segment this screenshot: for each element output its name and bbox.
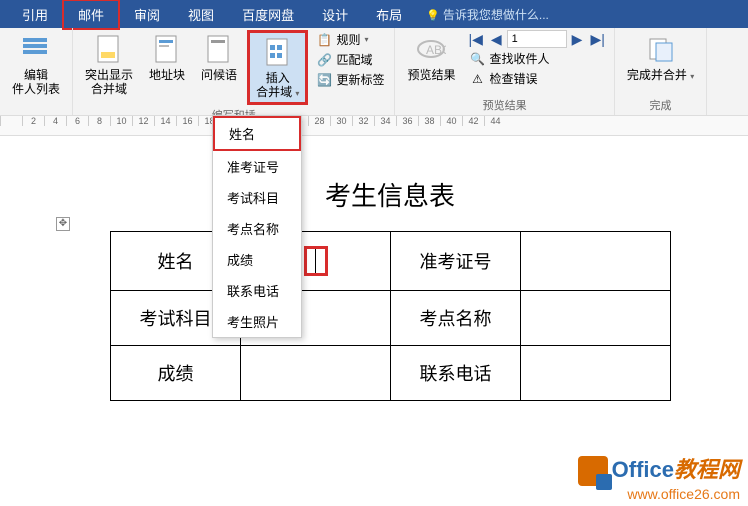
highlight-icon <box>92 32 126 66</box>
tell-me-input[interactable]: 告诉我您想做什么... <box>426 6 549 23</box>
match-fields-button[interactable]: 🔗匹配域 <box>312 50 388 69</box>
table-row[interactable]: 考试科目 考点名称 <box>111 291 671 346</box>
greeting-icon <box>202 32 236 66</box>
cell-location-value[interactable] <box>521 291 671 346</box>
document-title[interactable]: 考生信息表 <box>110 176 670 213</box>
record-number-input[interactable] <box>507 30 567 48</box>
menu-item-score[interactable]: 成绩 <box>213 244 301 275</box>
menu-item-photo[interactable]: 考生照片 <box>213 306 301 337</box>
highlight-merge-button[interactable]: 突出显示合并域 <box>79 30 139 99</box>
tab-mail[interactable]: 邮件 <box>62 0 120 30</box>
tab-references[interactable]: 引用 <box>8 1 62 28</box>
address-block-button[interactable]: 地址块 <box>143 30 191 84</box>
chevron-down-icon: ▾ <box>364 35 368 44</box>
menu-item-subject[interactable]: 考试科目 <box>213 182 301 213</box>
insert-field-icon <box>261 35 295 69</box>
edit-recipients-label: 编辑件人列表 <box>12 68 60 97</box>
svg-text:ABC: ABC <box>426 43 446 57</box>
cell-score-label[interactable]: 成绩 <box>111 346 241 401</box>
next-record-button[interactable]: ▶ <box>569 31 586 48</box>
cell-phone-value[interactable] <box>521 346 671 401</box>
tab-baidu[interactable]: 百度网盘 <box>228 1 308 28</box>
check-icon: ⚠ <box>469 71 485 87</box>
prev-record-button[interactable]: ◀ <box>488 31 505 48</box>
search-icon: 🔍 <box>469 51 485 67</box>
cell-examid-value[interactable] <box>521 232 671 291</box>
horizontal-ruler[interactable]: 2468101214161820222426283032343638404244 <box>0 116 748 136</box>
tab-view[interactable]: 视图 <box>174 1 228 28</box>
find-recipient-button[interactable]: 🔍查找收件人 <box>465 49 607 68</box>
ribbon-tabs: 引用 邮件 审阅 视图 百度网盘 设计 布局 告诉我您想做什么... <box>0 0 748 28</box>
group-finish: 完成 <box>650 95 672 115</box>
finish-label: 完成并合并 <box>627 68 687 82</box>
menu-item-exam-id[interactable]: 准考证号 <box>213 151 301 182</box>
address-label: 地址块 <box>149 68 185 82</box>
merge-field-dropdown: 姓名 准考证号 考试科目 考点名称 成绩 联系电话 考生照片 <box>212 115 302 338</box>
logo-icon <box>578 456 608 486</box>
list-icon <box>19 32 53 66</box>
greeting-button[interactable]: 问候语 <box>195 30 243 84</box>
menu-item-phone[interactable]: 联系电话 <box>213 275 301 306</box>
last-record-button[interactable]: ▶| <box>587 31 607 48</box>
first-record-button[interactable]: |◀ <box>465 31 485 48</box>
preview-label: 预览结果 <box>407 68 455 82</box>
document-area[interactable]: 考生信息表 ✥ 姓名 准考证号 考试科目 考点名称 成绩 联系电话 <box>0 136 748 401</box>
check-errors-button[interactable]: ⚠检查错误 <box>465 69 607 88</box>
menu-item-name[interactable]: 姓名 <box>213 116 301 151</box>
watermark: Office教程网 www.office26.com <box>578 452 740 502</box>
cell-phone-label[interactable]: 联系电话 <box>391 346 521 401</box>
preview-results-button[interactable]: ABC 预览结果 <box>401 30 461 84</box>
menu-item-location[interactable]: 考点名称 <box>213 213 301 244</box>
finish-icon <box>644 32 678 66</box>
ribbon: 编辑件人列表 突出显示合并域 地址块 问候语 插入合并域 ▾ 📋规则 ▾ <box>0 28 748 116</box>
chevron-down-icon: ▾ <box>690 72 694 81</box>
update-icon: 🔄 <box>316 72 332 88</box>
match-icon: 🔗 <box>316 52 332 68</box>
cell-score-value[interactable] <box>241 346 391 401</box>
cell-location-label[interactable]: 考点名称 <box>391 291 521 346</box>
insert-merge-field-button[interactable]: 插入合并域 ▾ <box>247 30 308 105</box>
table-move-handle[interactable]: ✥ <box>56 217 70 231</box>
form-table[interactable]: 姓名 准考证号 考试科目 考点名称 成绩 联系电话 <box>110 231 671 401</box>
group-preview: 预览结果 <box>483 95 527 115</box>
tab-review[interactable]: 审阅 <box>120 1 174 28</box>
cell-examid-label[interactable]: 准考证号 <box>391 232 521 291</box>
table-row[interactable]: 成绩 联系电话 <box>111 346 671 401</box>
rules-icon: 📋 <box>316 32 332 48</box>
finish-merge-button[interactable]: 完成并合并 ▾ <box>621 30 700 84</box>
rules-button[interactable]: 📋规则 ▾ <box>312 30 388 49</box>
insert-label: 插入合并域 <box>256 71 292 99</box>
preview-icon: ABC <box>414 32 448 66</box>
tab-layout[interactable]: 布局 <box>362 1 416 28</box>
update-labels-button[interactable]: 🔄更新标签 <box>312 70 388 89</box>
tab-design[interactable]: 设计 <box>308 1 362 28</box>
table-row[interactable]: 姓名 准考证号 <box>111 232 671 291</box>
highlight-label: 突出显示合并域 <box>85 68 133 97</box>
edit-recipients-button[interactable]: 编辑件人列表 <box>6 30 66 99</box>
address-icon <box>150 32 184 66</box>
greeting-label: 问候语 <box>201 68 237 82</box>
chevron-down-icon: ▾ <box>295 89 299 98</box>
